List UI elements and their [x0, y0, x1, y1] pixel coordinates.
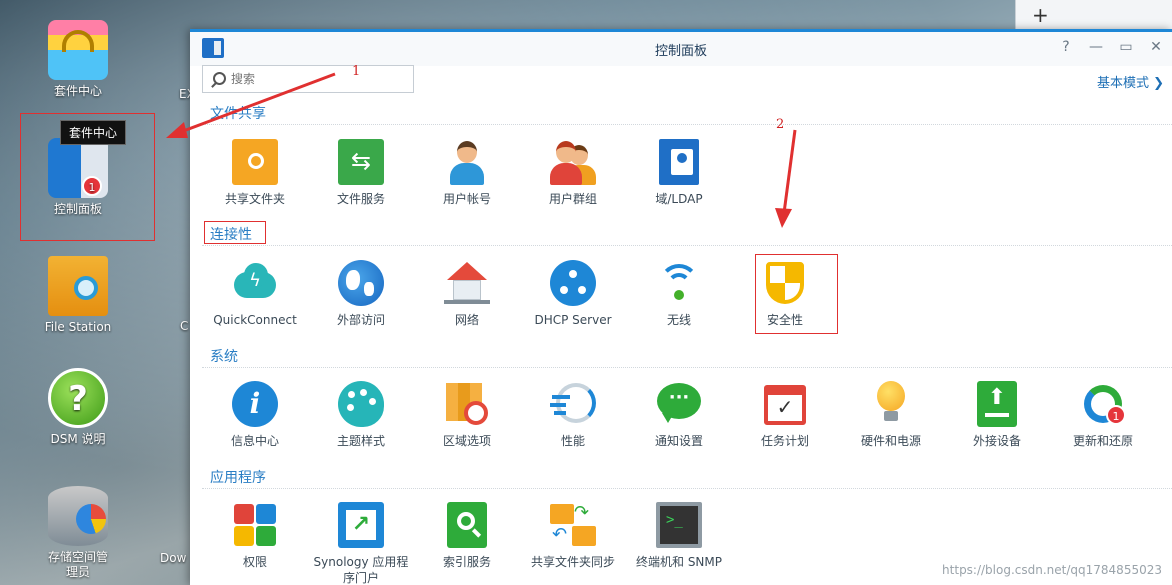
section-title-system: 系统: [210, 349, 238, 365]
new-tab-button[interactable]: +: [1015, 0, 1172, 30]
section-title-file-sharing: 文件共享: [210, 106, 266, 122]
control-panel-icon: 1: [48, 138, 108, 198]
external-devices-icon: ⬆: [977, 381, 1017, 427]
divider: [202, 367, 1172, 368]
item-user-group[interactable]: 用户群组: [520, 139, 626, 207]
item-dhcp-server[interactable]: DHCP Server: [520, 260, 626, 328]
item-network[interactable]: 网络: [414, 260, 520, 328]
desktop-icon-file-station[interactable]: File Station: [28, 256, 128, 335]
user-account-icon: [444, 139, 490, 185]
app-portal-icon: ↗: [338, 502, 384, 548]
desktop-icon-storage-manager[interactable]: 存储空间管理员: [28, 486, 128, 580]
shared-folder-sync-icon: ↷ ↶: [550, 502, 596, 548]
quickconnect-icon: ϟ: [232, 260, 278, 306]
item-external-devices[interactable]: ⬆ 外接设备: [944, 381, 1050, 449]
item-regional-options[interactable]: 区域选项: [414, 381, 520, 449]
performance-icon: [550, 381, 596, 427]
partial-desktop-label: Dow: [160, 551, 187, 565]
item-info-center[interactable]: i 信息中心: [202, 381, 308, 449]
item-performance[interactable]: 性能: [520, 381, 626, 449]
item-theme[interactable]: 主题样式: [308, 381, 414, 449]
item-shared-folder[interactable]: 共享文件夹: [202, 139, 308, 207]
task-scheduler-icon: ✓: [762, 381, 808, 427]
info-center-icon: i: [232, 381, 278, 427]
security-icon: [762, 260, 808, 306]
item-file-services[interactable]: ⇆ 文件服务: [308, 139, 414, 207]
item-privileges[interactable]: 权限: [202, 502, 308, 570]
regional-options-icon: [444, 381, 490, 427]
domain-ldap-icon: [659, 139, 699, 185]
item-app-portal[interactable]: ↗ Synology 应用程序门户: [308, 502, 414, 585]
minimize-button[interactable]: —: [1088, 39, 1104, 55]
item-external-access[interactable]: 外部访问: [308, 260, 414, 328]
partial-desktop-label: C: [180, 319, 189, 333]
divider: [202, 488, 1172, 489]
annotation-number-2: 2: [776, 117, 785, 132]
basic-mode-link[interactable]: 基本模式 ❯: [1097, 72, 1164, 91]
wireless-icon: [656, 260, 702, 306]
item-user-account[interactable]: 用户帐号: [414, 139, 520, 207]
help-icon: ?: [48, 368, 108, 428]
indexing-service-icon: [447, 502, 487, 548]
item-security[interactable]: 安全性: [732, 260, 838, 328]
item-domain-ldap[interactable]: 域/LDAP: [626, 139, 732, 207]
search-icon: [213, 72, 226, 85]
item-task-scheduler[interactable]: ✓ 任务计划: [732, 381, 838, 449]
update-restore-icon: 1: [1080, 381, 1126, 427]
notification-badge: 1: [1106, 405, 1126, 425]
hardware-power-icon: [868, 381, 914, 427]
annotation-number-1: 1: [352, 64, 361, 79]
file-station-icon: [48, 256, 108, 316]
item-terminal-snmp[interactable]: >_ 终端机和 SNMP: [626, 502, 732, 570]
window-controls: ? — ▭ ✕: [1058, 39, 1164, 55]
search-input[interactable]: [231, 70, 401, 88]
file-services-icon: ⇆: [338, 139, 384, 185]
storage-manager-icon: [48, 486, 108, 546]
watermark: https://blog.csdn.net/qq1784855023: [942, 563, 1162, 577]
item-indexing-service[interactable]: 索引服务: [414, 502, 520, 570]
window-title: 控制面板: [654, 44, 707, 59]
shared-folder-icon: [232, 139, 278, 185]
package-center-icon: [48, 20, 108, 80]
item-hardware-power[interactable]: 硬件和电源: [838, 381, 944, 449]
section-title-connectivity: 连接性: [210, 227, 252, 243]
notification-badge: 1: [82, 176, 102, 196]
divider: [202, 245, 1172, 246]
titlebar: 控制面板 ? — ▭ ✕: [190, 32, 1172, 66]
item-quickconnect[interactable]: ϟ QuickConnect: [202, 260, 308, 328]
theme-icon: [338, 381, 384, 427]
desktop-icon-dsm-help[interactable]: ? DSM 说明: [28, 368, 128, 447]
desktop-icon-package-center[interactable]: 套件中心: [28, 20, 128, 99]
section-title-applications: 应用程序: [210, 470, 266, 486]
privileges-icon: [232, 502, 278, 548]
help-button[interactable]: ?: [1058, 39, 1074, 55]
desktop-icon-control-panel[interactable]: 1 控制面板: [28, 138, 128, 217]
terminal-snmp-icon: >_: [656, 502, 702, 548]
divider: [202, 124, 1172, 125]
item-wireless[interactable]: 无线: [626, 260, 732, 328]
tooltip: 套件中心: [60, 120, 127, 145]
item-update-restore[interactable]: 1 更新和还原: [1050, 381, 1156, 449]
control-panel-window: 控制面板 ? — ▭ ✕ 基本模式 ❯ 文件共享 共享文件夹 ⇆ 文件服务 用户…: [190, 29, 1172, 585]
maximize-button[interactable]: ▭: [1118, 39, 1134, 55]
user-group-icon: [550, 139, 596, 185]
notification-icon: ···: [656, 381, 702, 427]
external-access-icon: [338, 260, 384, 306]
close-button[interactable]: ✕: [1148, 39, 1164, 55]
item-shared-folder-sync[interactable]: ↷ ↶ 共享文件夹同步: [520, 502, 626, 570]
item-notification[interactable]: ··· 通知设置: [626, 381, 732, 449]
network-icon: [444, 260, 490, 306]
plus-icon: +: [1032, 3, 1049, 27]
dhcp-server-icon: [550, 260, 596, 306]
search-box[interactable]: [202, 65, 414, 93]
